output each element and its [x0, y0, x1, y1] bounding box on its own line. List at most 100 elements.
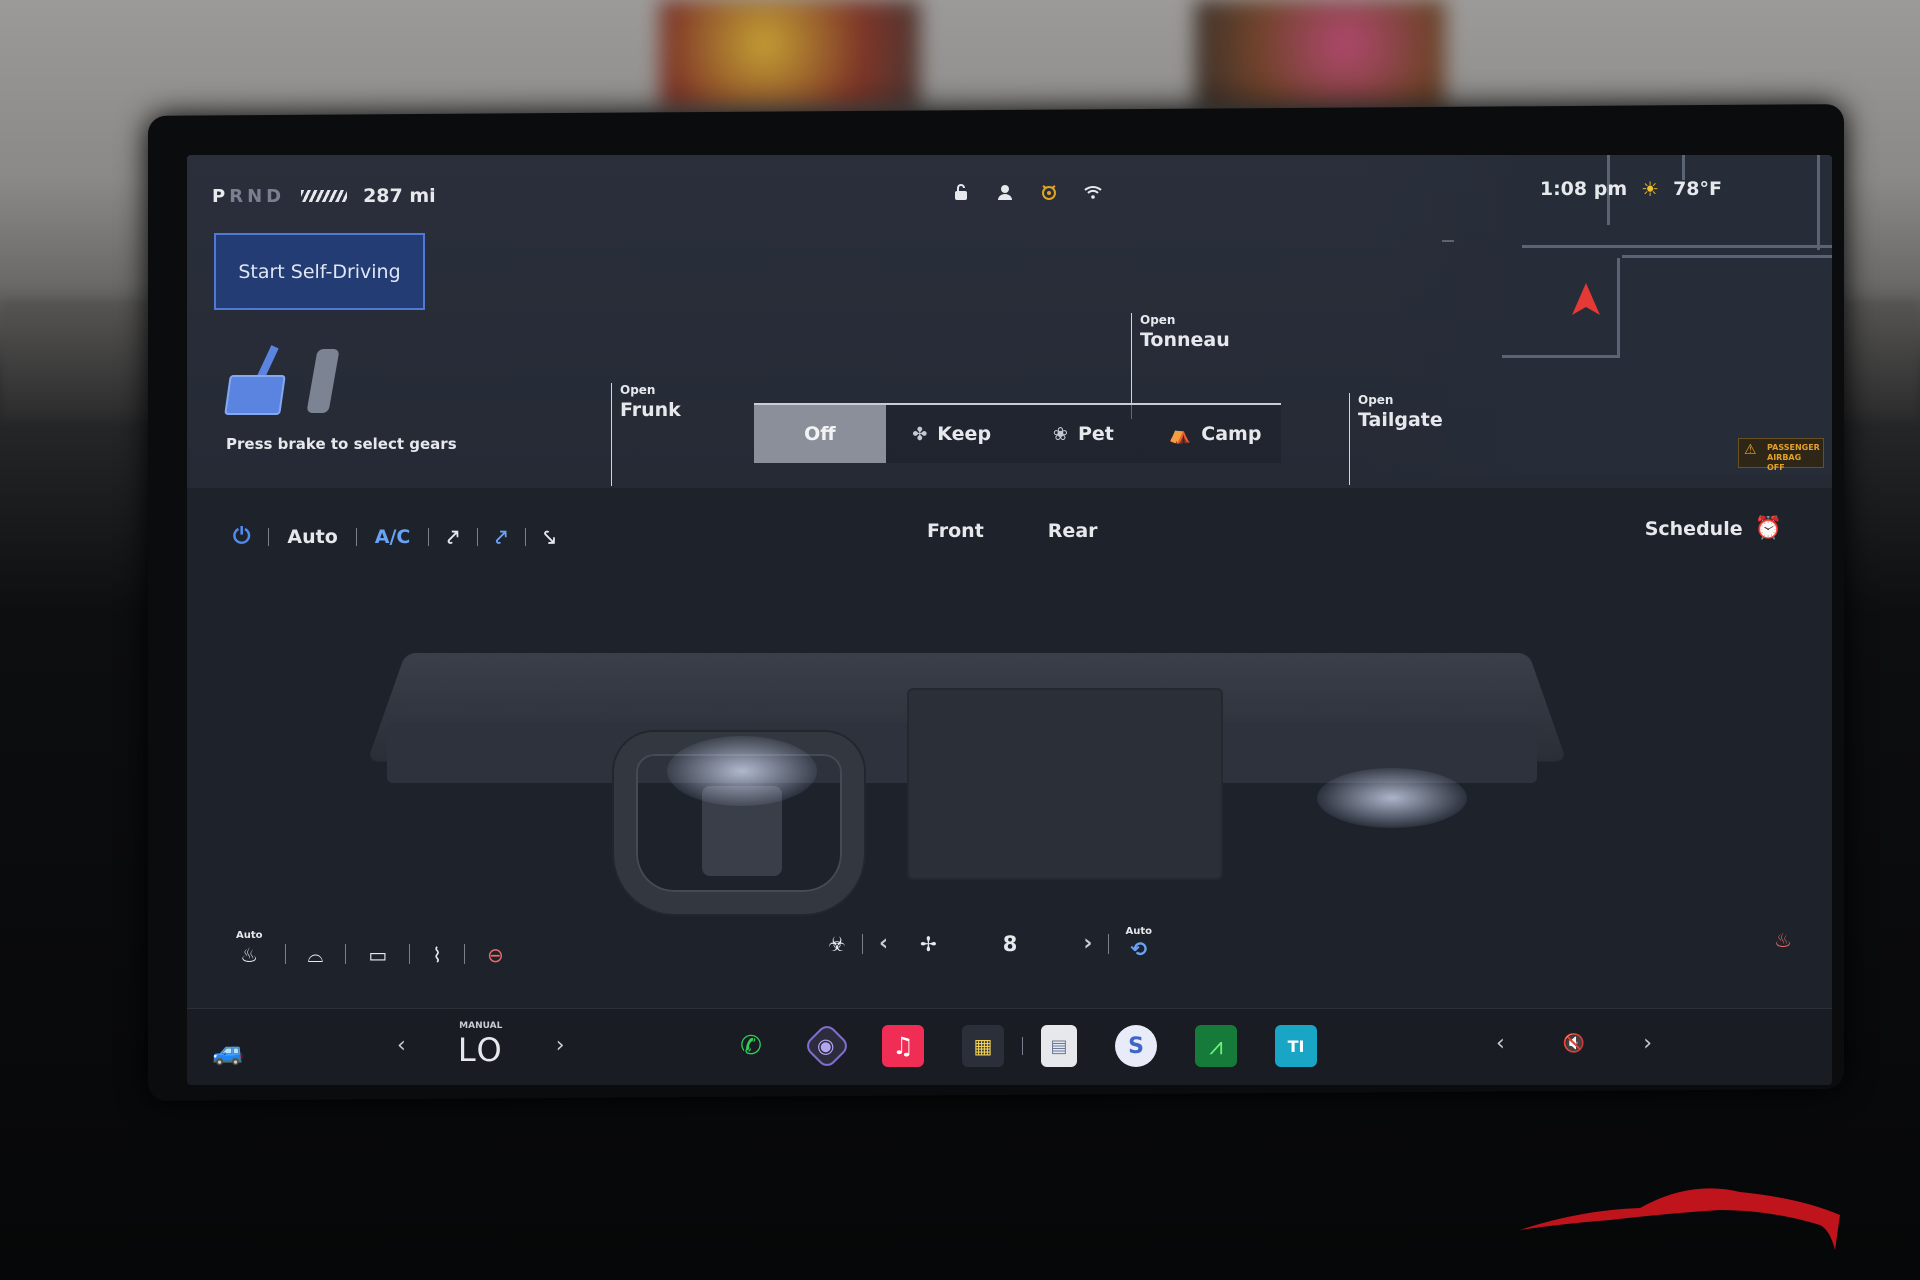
brake-pedal-icon — [224, 375, 286, 415]
temp-decrease-button[interactable]: ‹ — [397, 1033, 406, 1058]
mode-label: Pet — [1077, 423, 1114, 445]
paw-icon: ❀ — [1052, 423, 1068, 445]
rear-defrost-button[interactable]: ▭ — [346, 943, 409, 967]
map-road — [1522, 245, 1832, 248]
theater-icon[interactable]: TI — [1275, 1025, 1317, 1067]
camera-icon[interactable]: ◉ — [802, 1021, 852, 1071]
volume-increase-button[interactable]: › — [1643, 1031, 1652, 1056]
toybox-icon[interactable]: ▦ — [962, 1025, 1004, 1067]
recirculation-icon: ⟲ — [1130, 937, 1148, 961]
divider — [1022, 1037, 1023, 1055]
chevron-left-icon: ‹ — [878, 931, 889, 956]
steering-wheel-heat-icon: ⊖ — [487, 943, 504, 967]
climate-panel: ⏻ Auto A/C ⤤ ⤤ ⤥ Front Rear Schedule ⏰ A… — [187, 488, 1832, 1008]
steering-wheel-heat-button[interactable]: ⊖ — [465, 943, 526, 967]
vent-face-icon[interactable]: ⤤ — [429, 525, 476, 549]
map-road — [1817, 155, 1820, 250]
biohazard-icon: ☣ — [828, 931, 846, 956]
mode-keep-button[interactable]: ✤ Keep — [886, 405, 1018, 463]
tab-rear[interactable]: Rear — [1048, 520, 1098, 542]
sun-icon: ☀ — [1641, 177, 1660, 201]
phone-icon[interactable]: ✆ — [730, 1025, 772, 1067]
front-defrost-icon: ⌓ — [307, 943, 324, 967]
climate-keep-mode-selector: Off ✤ Keep ❀ Pet ⛺ Camp — [754, 403, 1281, 463]
stocks-icon[interactable]: ⩘ — [1195, 1025, 1237, 1067]
auto-button[interactable]: Auto — [269, 526, 355, 548]
map-road — [1442, 240, 1454, 242]
open-frunk-label: Frunk — [620, 399, 681, 421]
temperature-control: ‹ MANUAL LO › — [397, 1021, 565, 1069]
passenger-seat-heater-icon[interactable]: ♨ — [1774, 928, 1792, 952]
navigation-arrow-icon — [1572, 283, 1600, 315]
sentry-mode-icon[interactable] — [1040, 183, 1058, 201]
wall-art-left — [660, 0, 920, 110]
open-tailgate-small: Open — [1358, 393, 1394, 407]
mode-pet-button[interactable]: ❀ Pet — [1018, 405, 1150, 463]
vent-face-feet-icon[interactable]: ⤤ — [478, 525, 525, 549]
front-defrost-button[interactable]: ⌓ — [286, 943, 346, 967]
accelerator-pedal-icon — [306, 349, 340, 413]
recirculation-button[interactable]: Auto ⟲ — [1109, 926, 1168, 961]
driver-airflow-handle[interactable] — [667, 736, 817, 806]
vent-feet-icon[interactable]: ⤥ — [526, 525, 573, 549]
temp-increase-button[interactable]: › — [556, 1033, 565, 1058]
fan-increase-button[interactable]: › — [1067, 931, 1108, 956]
gear-indicator: PRND — [212, 185, 286, 207]
range-value: 287 mi — [363, 185, 436, 207]
bioweapon-defense-button[interactable]: ☣ — [812, 932, 862, 956]
outside-temperature: 78°F — [1673, 178, 1722, 200]
schedule-label: Schedule — [1644, 517, 1743, 540]
wall-art-right — [1195, 0, 1445, 110]
ac-button[interactable]: A/C — [357, 526, 429, 548]
wifi-icon[interactable] — [1084, 183, 1102, 201]
map-road — [1617, 258, 1620, 358]
clock-weather: 1:08 pm ☀ 78°F — [1540, 177, 1722, 201]
mode-off-button[interactable]: Off — [754, 405, 886, 463]
driver-seat-heat-button[interactable]: Auto ♨ — [214, 930, 285, 967]
climate-zone-tabs: Front Rear — [927, 520, 1098, 542]
calendar-icon[interactable]: ▤ — [1041, 1025, 1077, 1067]
cabin-visualization — [287, 568, 1757, 918]
music-icon[interactable]: ♫ — [882, 1025, 924, 1067]
seat-ventilation-button[interactable]: ⌇ — [410, 943, 464, 967]
fan-controls: ☣ ‹ ✢ 8 › Auto ⟲ — [812, 926, 1168, 961]
seat-ventilation-icon: ⌇ — [432, 943, 443, 967]
battery-range-icon — [301, 190, 348, 202]
seat-auto-label: Auto — [236, 930, 263, 941]
open-tailgate-button[interactable]: Open Tailgate — [1349, 393, 1443, 485]
schedule-button[interactable]: Schedule ⏰ — [1645, 516, 1782, 541]
start-self-driving-button[interactable]: Start Self-Driving — [214, 233, 425, 310]
brake-hint-text: Press brake to select gears — [226, 435, 457, 453]
seat-heater-icon: ♨ — [240, 943, 259, 967]
open-tonneau-label: Tonneau — [1140, 329, 1230, 351]
tab-front[interactable]: Front — [927, 520, 984, 542]
messages-icon[interactable]: S — [1115, 1025, 1157, 1067]
tent-icon: ⛺ — [1168, 423, 1192, 445]
map-road — [1622, 255, 1832, 258]
watermark-logo — [1520, 1188, 1840, 1250]
chevron-right-icon: › — [1083, 931, 1093, 956]
mode-camp-button[interactable]: ⛺ Camp — [1149, 405, 1281, 463]
volume-control: ‹ 🔇 › — [1496, 1031, 1652, 1056]
touchscreen: PRND 287 mi 1:08 pm ☀ 78°F Start Self-Dr… — [187, 155, 1832, 1085]
passenger-airflow-handle[interactable] — [1317, 768, 1467, 828]
car-icon[interactable]: 🚙 — [212, 1037, 244, 1067]
fan-decrease-button[interactable]: ‹ — [863, 931, 904, 956]
pedal-graphic — [224, 345, 340, 425]
temperature-display[interactable]: MANUAL LO — [458, 1021, 504, 1069]
fan-speed-value: 8 — [1002, 931, 1018, 956]
driver-profile-icon[interactable] — [996, 183, 1014, 201]
seat-controls: Auto ♨ ⌓ ▭ ⌇ ⊖ — [214, 930, 526, 967]
volume-decrease-button[interactable]: ‹ — [1496, 1031, 1505, 1056]
mode-label: Keep — [937, 423, 992, 445]
clock: 1:08 pm — [1539, 178, 1628, 200]
drive-status: PRND 287 mi — [212, 185, 436, 207]
climate-power-icon[interactable]: ⏻ — [215, 524, 268, 549]
lock-icon[interactable] — [952, 183, 970, 201]
fan-icon: ✢ — [920, 931, 937, 956]
airbag-icon: ⚠ — [1744, 442, 1757, 458]
airbag-line1: PASSENGER — [1767, 443, 1820, 452]
open-frunk-button[interactable]: Open Frunk — [611, 383, 681, 486]
fan-icon: ✤ — [912, 423, 928, 445]
speaker-muted-icon[interactable]: 🔇 — [1563, 1033, 1585, 1054]
